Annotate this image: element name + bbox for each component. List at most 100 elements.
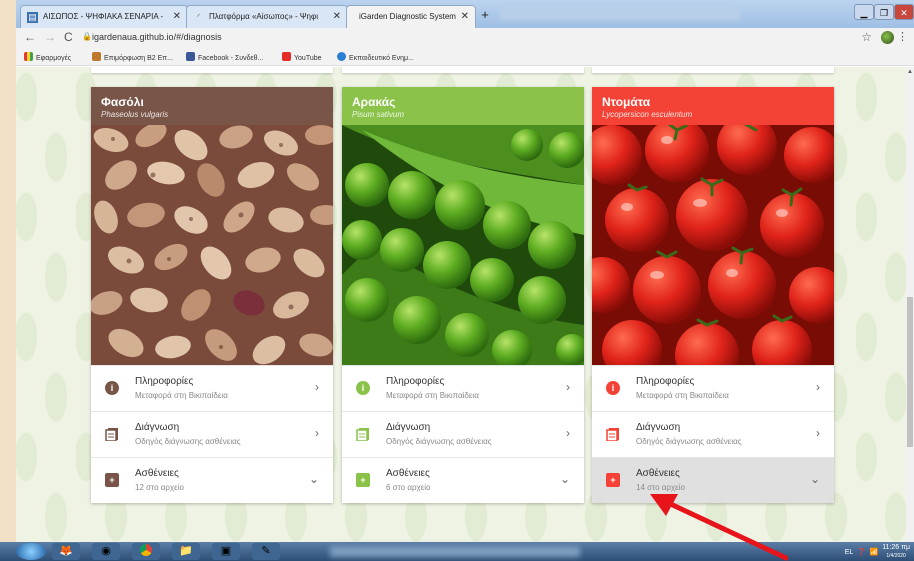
info-icon: i — [105, 381, 119, 395]
close-window-button[interactable]: ✕ — [894, 4, 914, 20]
tab-aisopos-scenarios[interactable]: ▤ ΑΙΣΩΠΟΣ - ΨΗΦΙΑΚΑ ΣΕΝΑΡΙΑ - ✕ — [20, 5, 188, 28]
tomato-image — [592, 125, 834, 365]
row-title: Διάγνωση — [386, 422, 431, 433]
aisopos-icon: ᐟ — [196, 12, 201, 22]
row-title: Ασθένειες — [636, 468, 680, 479]
info-icon: i — [356, 381, 370, 395]
bookmark-facebook[interactable]: Facebook - Συνδεθ... — [186, 52, 263, 62]
clock-time[interactable]: 11:26 πμ — [882, 544, 910, 552]
row-title: Διάγνωση — [636, 422, 681, 433]
tab-igarden[interactable]: iGarden Diagnostic System ✕ — [346, 5, 476, 28]
card-header: Φασόλι Phaseolus vulgaris — [91, 87, 333, 125]
row-title: Πληροφορίες — [135, 376, 194, 387]
start-button[interactable] — [16, 543, 46, 560]
close-icon[interactable]: ✕ — [333, 11, 341, 22]
apps-icon — [24, 52, 33, 61]
plus-icon: + — [606, 473, 620, 487]
row-title: Ασθένειες — [386, 468, 430, 479]
chevron-right-icon: › — [566, 380, 570, 394]
info-row[interactable]: i Πληροφορίες Μεταφορά στη Βικιπαίδεια › — [592, 365, 834, 411]
diseases-row[interactable]: + Ασθένειες 14 στο αρχείο ⌄ — [592, 457, 834, 503]
tab-label: iGarden Diagnostic System — [359, 12, 456, 21]
tab-label: Πλατφόρμα «Αίσωπος» - Ψηφι — [209, 12, 318, 21]
maximize-button[interactable]: ❐ — [874, 4, 894, 20]
plus-icon: + — [356, 473, 370, 487]
diseases-row[interactable]: + Ασθένειες 6 στο αρχείο ⌄ — [342, 457, 584, 503]
scrollbar-thumb[interactable] — [907, 297, 913, 447]
row-title: Διάγνωση — [135, 422, 180, 433]
pea-image — [342, 125, 584, 365]
card-subtitle: Lycopersicon esculentum — [602, 110, 693, 119]
tab-label: ΑΙΣΩΠΟΣ - ΨΗΦΙΑΚΑ ΣΕΝΑΡΙΑ - — [43, 12, 164, 21]
network-icon[interactable]: 📶 — [868, 549, 881, 556]
profile-avatar[interactable] — [881, 31, 894, 44]
info-row[interactable]: i Πληροφορίες Μεταφορά στη Βικιπαίδεια › — [342, 365, 584, 411]
row-subtitle: 6 στο αρχείο — [386, 483, 431, 492]
back-icon[interactable]: ← — [24, 30, 36, 44]
url-field[interactable]: igardenaua.github.io/#/diagnosis — [92, 32, 222, 42]
document-icon — [606, 427, 620, 442]
bookmark-b2[interactable]: Επιμόρφωση Β2 Επ... — [92, 52, 173, 62]
chevron-right-icon: › — [315, 426, 319, 440]
page-scrollbar[interactable]: ▲ — [906, 67, 914, 542]
diagnosis-row[interactable]: Διάγνωση Οδηγός διάγνωσης ασθένειας › — [342, 411, 584, 457]
lock-icon: 🔒 — [82, 32, 92, 41]
language-indicator[interactable]: EL — [845, 549, 853, 556]
chrome-icon[interactable] — [132, 543, 160, 560]
card-subtitle: Phaseolus vulgaris — [101, 110, 169, 119]
info-icon: i — [606, 381, 620, 395]
plant-card-bean: Φασόλι Phaseolus vulgaris i Πληροφορίες … — [91, 87, 333, 503]
chevron-right-icon: › — [816, 426, 820, 440]
new-tab-button[interactable]: + — [478, 8, 492, 22]
media-icon[interactable]: ◉ — [92, 543, 120, 560]
card-top-stub — [592, 67, 834, 73]
card-subtitle: Pisum sativum — [352, 110, 405, 119]
close-icon[interactable]: ✕ — [173, 11, 181, 22]
firefox-icon[interactable]: 🦊 — [52, 543, 80, 560]
card-header: Ντομάτα Lycopersicon esculentum — [592, 87, 834, 125]
chevron-down-icon: ⌄ — [559, 472, 570, 486]
plant-card-tomato: Ντομάτα Lycopersicon esculentum i Πληροφ… — [592, 87, 834, 503]
bookmark-edu[interactable]: Εκπαιδευτικό Ενημ... — [337, 52, 414, 62]
help-icon[interactable]: ❓ — [855, 549, 866, 556]
page-icon: ▤ — [27, 12, 38, 23]
presentation-icon[interactable]: ▣ — [212, 543, 240, 560]
chevron-down-icon: ⌄ — [308, 472, 319, 486]
address-bar: ← → C 🔒 igardenaua.github.io/#/diagnosis… — [16, 28, 914, 48]
diseases-row[interactable]: + Ασθένειες 12 στο αρχείο ⌄ — [91, 457, 333, 503]
clock-date[interactable]: 1/4/2020 — [882, 552, 910, 560]
document-icon — [356, 427, 370, 442]
close-icon[interactable]: ✕ — [461, 11, 469, 22]
star-icon[interactable]: ☆ — [861, 30, 872, 44]
facebook-icon — [186, 52, 195, 61]
row-subtitle: Οδηγός διάγνωσης ασθένειας — [386, 437, 492, 446]
chevron-down-icon: ⌄ — [809, 472, 820, 486]
bookmarks-bar: Εφαρμογές Επιμόρφωση Β2 Επ... Facebook -… — [16, 48, 914, 66]
row-subtitle: Οδηγός διάγνωσης ασθένειας — [135, 437, 241, 446]
diagnosis-page: Φασόλι Phaseolus vulgaris i Πληροφορίες … — [16, 67, 906, 542]
info-row[interactable]: i Πληροφορίες Μεταφορά στη Βικιπαίδεια › — [91, 365, 333, 411]
row-subtitle: 12 στο αρχείο — [135, 483, 184, 492]
row-subtitle: Οδηγός διάγνωσης ασθένειας — [636, 437, 742, 446]
card-title: Ντομάτα — [602, 95, 651, 109]
card-title: Φασόλι — [101, 95, 144, 109]
bookmark-youtube[interactable]: YouTube — [282, 52, 322, 62]
left-frame — [0, 0, 16, 561]
diagnosis-row[interactable]: Διάγνωση Οδηγός διάγνωσης ασθένειας › — [91, 411, 333, 457]
bookmark-apps[interactable]: Εφαρμογές — [24, 52, 71, 62]
folder-icon[interactable]: 📁 — [172, 543, 200, 560]
tab-aisopos-platform[interactable]: ᐟ Πλατφόρμα «Αίσωπος» - Ψηφι ✕ — [186, 5, 348, 28]
row-subtitle: Μεταφορά στη Βικιπαίδεια — [135, 391, 228, 400]
row-title: Πληροφορίες — [636, 376, 695, 387]
scroll-up-icon[interactable]: ▲ — [907, 69, 913, 75]
reload-icon[interactable]: C — [64, 30, 73, 44]
minimize-button[interactable]: ▁ — [854, 4, 874, 20]
row-subtitle: Μεταφορά στη Βικιπαίδεια — [386, 391, 479, 400]
tab-strip: ▤ ΑΙΣΩΠΟΣ - ΨΗΦΙΑΚΑ ΣΕΝΑΡΙΑ - ✕ ᐟ Πλατφό… — [16, 0, 914, 28]
diagnosis-row[interactable]: Διάγνωση Οδηγός διάγνωσης ασθένειας › — [592, 411, 834, 457]
system-tray: EL ❓ 📶 11:26 πμ 1/4/2020 — [845, 544, 910, 560]
plant-card-pea: Αρακάς Pisum sativum i Πληροφορίες Μεταφ… — [342, 87, 584, 503]
paint-icon[interactable]: ✎ — [252, 543, 280, 560]
menu-icon[interactable]: ⋮ — [897, 30, 908, 43]
forward-icon[interactable]: → — [44, 30, 56, 44]
